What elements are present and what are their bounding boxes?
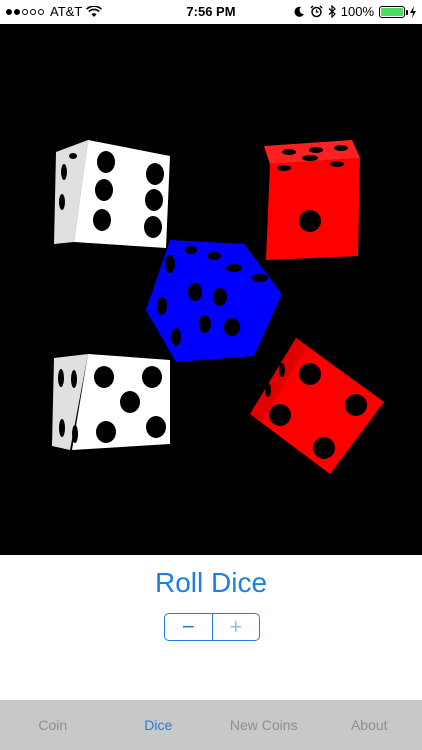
decrement-button[interactable]: − <box>165 614 212 640</box>
bluetooth-icon <box>328 5 336 18</box>
dice-canvas <box>52 140 384 474</box>
die-5 <box>250 338 384 474</box>
die-4 <box>52 354 170 450</box>
status-right: 100% <box>293 4 416 19</box>
roll-dice-button[interactable]: Roll Dice <box>0 567 422 599</box>
increment-button[interactable]: + <box>213 614 260 640</box>
status-bar: AT&T 7:56 PM 100% <box>0 0 422 24</box>
die-3 <box>146 240 282 362</box>
tab-bar: Coin Dice New Coins About <box>0 700 422 750</box>
charging-icon <box>410 5 416 18</box>
battery-icon <box>379 5 408 18</box>
dice-count-stepper[interactable]: − + <box>164 613 260 641</box>
moon-icon <box>294 6 304 17</box>
dice-display <box>0 24 422 555</box>
die-1 <box>54 140 170 248</box>
battery-level <box>381 7 403 16</box>
tab-about[interactable]: About <box>317 700 422 750</box>
battery-percent: 100% <box>340 4 374 19</box>
tab-new-coins[interactable]: New Coins <box>211 700 317 750</box>
tab-dice[interactable]: Dice <box>106 700 212 750</box>
alarm-icon <box>310 5 323 18</box>
die-2 <box>264 140 360 260</box>
tab-coin[interactable]: Coin <box>0 700 106 750</box>
controls-panel: Roll Dice − + <box>0 555 422 699</box>
